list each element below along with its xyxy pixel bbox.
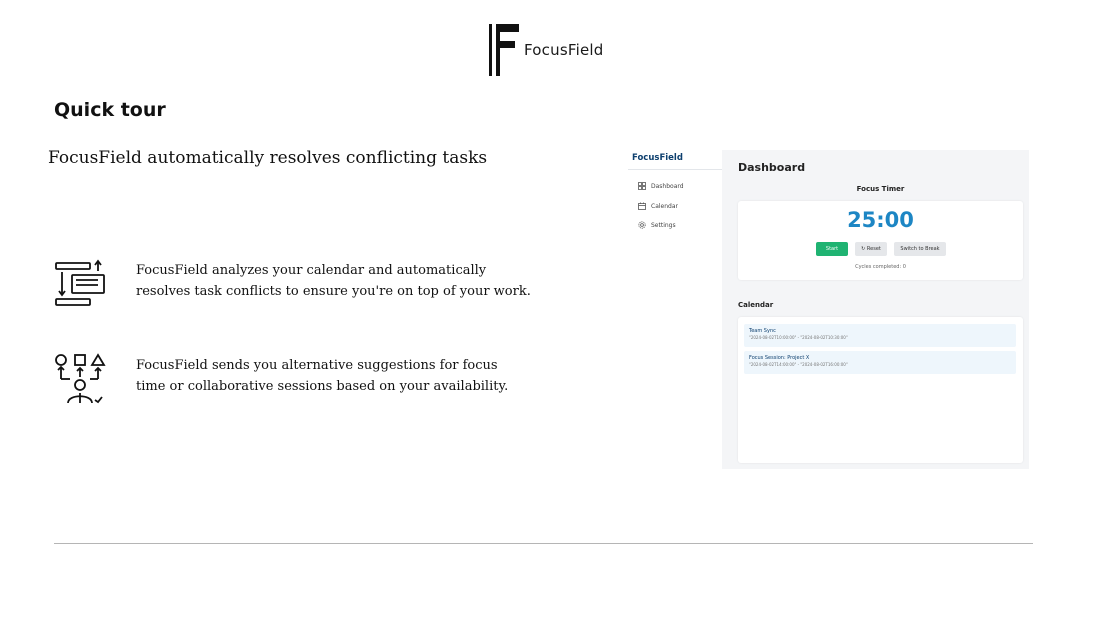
page-title: Dashboard xyxy=(738,161,806,174)
focus-timer-label: Focus Timer xyxy=(856,185,905,193)
reset-button[interactable]: ↻ Reset xyxy=(855,242,887,256)
calendar-icon xyxy=(638,202,646,210)
calendar-event[interactable]: Focus Session: Project X "2024-08-02T14:… xyxy=(744,351,1016,374)
app-sidebar: FocusField Dashboard Calendar Settings xyxy=(628,150,722,469)
feature-text: FocusField sends you alternative suggest… xyxy=(136,358,509,394)
sidebar-divider xyxy=(628,169,722,170)
event-title: Team Sync xyxy=(749,328,776,334)
brand-name: FocusField xyxy=(524,41,604,59)
switch-to-break-button[interactable]: Switch to Break xyxy=(894,242,946,256)
focusfield-logo: FocusField xyxy=(488,24,603,76)
app-brand: FocusField xyxy=(632,153,683,163)
sidebar-item-label: Dashboard xyxy=(651,182,684,190)
settings-icon xyxy=(638,221,646,229)
sidebar-item-label: Calendar xyxy=(651,202,678,210)
feature-suggestions: FocusField sends you alternative suggest… xyxy=(54,353,534,405)
event-time: "2024-08-02T10:00:00" - "2024-08-02T10:3… xyxy=(749,335,848,340)
sidebar-item-calendar[interactable]: Calendar xyxy=(638,202,678,210)
focusfield-logo-icon xyxy=(489,24,519,76)
calendar-label: Calendar xyxy=(738,301,774,309)
focus-timer-card: 25:00 Start ↻ Reset Switch to Break Cycl… xyxy=(738,201,1023,280)
event-title: Focus Session: Project X xyxy=(749,355,810,361)
section-divider xyxy=(54,543,1033,544)
cycles-completed: Cycles completed: 0 xyxy=(855,264,906,270)
reset-label: Reset xyxy=(866,246,881,252)
sidebar-item-dashboard[interactable]: Dashboard xyxy=(638,182,684,190)
section-title: FocusField automatically resolves confli… xyxy=(48,148,488,168)
sidebar-item-label: Settings xyxy=(651,221,676,229)
app-preview-screenshot: FocusField Dashboard Calendar Settings D… xyxy=(628,150,1029,469)
calendar-card: Team Sync "2024-08-02T10:00:00" - "2024-… xyxy=(738,317,1023,463)
start-button[interactable]: Start xyxy=(816,242,848,256)
calendar-event[interactable]: Team Sync "2024-08-02T10:00:00" - "2024-… xyxy=(744,324,1016,347)
timer-value: 25:00 xyxy=(847,208,914,232)
resolve-tasks-icon xyxy=(55,259,105,306)
event-time: "2024-08-02T14:00:00" - "2024-08-02T16:0… xyxy=(749,362,848,367)
sidebar-item-settings[interactable]: Settings xyxy=(638,221,676,229)
collaboration-suggestions-icon xyxy=(55,353,106,404)
feature-resolve-conflicts: FocusField analyzes your calendar and au… xyxy=(54,258,534,310)
feature-text: FocusField analyzes your calendar and au… xyxy=(136,263,531,299)
tour-heading: Quick tour xyxy=(54,99,166,121)
dashboard-icon xyxy=(638,182,646,190)
